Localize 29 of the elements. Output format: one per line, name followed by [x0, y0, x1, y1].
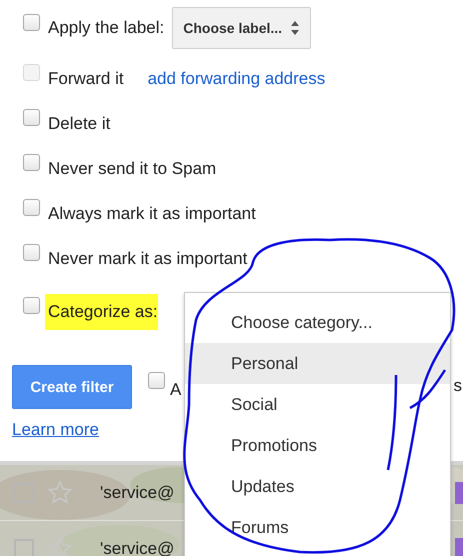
menu-item[interactable]: Personal	[185, 343, 450, 384]
learn-more-link[interactable]: Learn more	[12, 420, 99, 440]
menu-item[interactable]: Updates	[185, 466, 450, 507]
option-label: Delete it	[48, 114, 110, 134]
option-label: Categorize as:	[45, 294, 158, 330]
menu-item[interactable]: Social	[185, 384, 450, 425]
checkbox[interactable]	[23, 244, 40, 261]
checkbox[interactable]	[23, 154, 40, 171]
menu-item[interactable]: Forums	[185, 507, 450, 548]
checkbox[interactable]	[23, 109, 40, 126]
option-label: s	[454, 376, 462, 396]
star-icon[interactable]	[48, 537, 72, 556]
sender-text: 'service@	[100, 538, 174, 556]
star-icon[interactable]	[48, 481, 72, 504]
updown-icon	[290, 20, 300, 36]
menu-item[interactable]: Choose category...	[185, 302, 450, 343]
option-label: Apply the label:	[48, 18, 164, 38]
option-label: Never send it to Spam	[48, 158, 216, 178]
menu-item[interactable]: Promotions	[185, 425, 450, 466]
checkbox[interactable]	[148, 372, 165, 389]
option-label: Forward it	[48, 68, 124, 88]
sender-text: 'service@	[100, 482, 174, 502]
checkbox[interactable]	[23, 14, 40, 30]
option-label: Always mark it as important	[48, 204, 256, 224]
option-label: A	[170, 380, 182, 401]
checkbox[interactable]	[23, 199, 40, 216]
option-label: Never mark it as important	[48, 248, 248, 268]
checkbox[interactable]	[23, 297, 40, 314]
label-select[interactable]: Choose label...	[172, 7, 312, 49]
